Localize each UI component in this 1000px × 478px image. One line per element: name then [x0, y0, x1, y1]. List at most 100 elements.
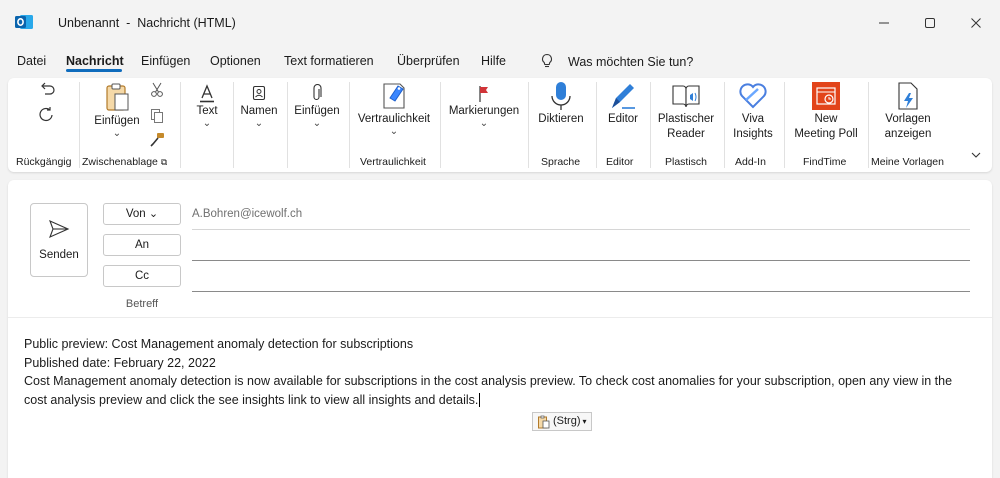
paste-options-button[interactable]: (Strg) ▾: [532, 412, 592, 431]
send-icon: [49, 219, 70, 239]
group-label-undo: Rückgängig: [16, 156, 72, 168]
chevron-down-icon: ⌄: [148, 208, 159, 220]
immersive-reader-icon: [672, 85, 700, 108]
tab-text-formatieren[interactable]: Text formatieren: [284, 54, 374, 68]
group-label-clipboard: Zwischenablage ⧉: [82, 156, 168, 168]
format-painter-button[interactable]: [148, 132, 166, 148]
from-underline: [192, 229, 970, 230]
chevron-down-icon: ⌄: [254, 118, 264, 129]
paste-options-label: (Strg): [553, 415, 581, 427]
header-divider: [8, 317, 992, 318]
minimize-icon: [879, 22, 889, 24]
view-templates-button[interactable]: Vorlagen anzeigen: [870, 80, 946, 142]
ribbon-separator: [233, 82, 234, 168]
cut-button[interactable]: [148, 82, 166, 98]
immersive-reader-label-2: Reader: [667, 128, 705, 140]
from-button[interactable]: Von ⌄: [103, 203, 181, 225]
ribbon-separator: [79, 82, 80, 168]
group-label-findtime: FindTime: [803, 156, 847, 168]
immersive-reader-button[interactable]: Plastischer Reader: [654, 80, 718, 142]
editor-button[interactable]: Editor: [602, 80, 644, 127]
names-button[interactable]: Namen ⌄: [238, 84, 280, 129]
ribbon-separator: [528, 82, 529, 168]
cc-underline: [192, 291, 970, 292]
lightbulb-icon: [542, 53, 552, 68]
attach-label: Einfügen: [294, 105, 340, 117]
redo-button[interactable]: [32, 106, 62, 124]
tab-nachricht[interactable]: Nachricht: [66, 54, 124, 68]
to-field[interactable]: [192, 238, 970, 258]
ribbon-separator: [440, 82, 441, 168]
tab-datei[interactable]: Datei: [17, 54, 46, 68]
ribbon-separator: [724, 82, 725, 168]
cc-field[interactable]: [192, 269, 970, 289]
meeting-poll-label-2: Meeting Poll: [794, 128, 858, 140]
message-body[interactable]: Public preview: Cost Management anomaly …: [24, 335, 974, 409]
group-label-immersive: Plastisch: [665, 156, 708, 168]
subject-label: Betreff: [125, 298, 159, 310]
paste-label: Einfügen: [94, 115, 140, 127]
clipboard-icon: [538, 415, 550, 428]
maximize-button[interactable]: [918, 12, 942, 34]
maximize-icon: [925, 18, 935, 28]
format-painter-icon: [150, 133, 164, 147]
send-button[interactable]: Senden: [30, 203, 88, 277]
viva-insights-icon: [739, 83, 767, 109]
templates-label-2: anzeigen: [884, 128, 932, 140]
text-label: Text: [196, 105, 218, 117]
caret-down-icon: ▾: [582, 417, 587, 426]
minimize-button[interactable]: [872, 12, 896, 34]
from-label: Von: [125, 208, 146, 220]
menu-bar: Datei Nachricht Einfügen Optionen Text f…: [0, 46, 1000, 76]
tab-ueberpruefen[interactable]: Überprüfen: [397, 54, 460, 68]
copy-icon: [151, 109, 163, 123]
meeting-poll-label-1: New: [814, 113, 838, 125]
copy-button[interactable]: [148, 108, 166, 124]
from-address: A.Bohren@icewolf.ch: [192, 208, 303, 220]
ribbon-collapse-button[interactable]: [968, 150, 984, 160]
findtime-calendar-icon: [812, 82, 840, 110]
sensitivity-button[interactable]: Vertraulichkeit ⌄: [354, 80, 434, 137]
outlook-icon: [15, 15, 33, 29]
ribbon-separator: [784, 82, 785, 168]
close-button[interactable]: [964, 12, 988, 34]
viva-label-1: Viva: [741, 113, 765, 125]
subject-field[interactable]: [192, 296, 970, 314]
body-line: Cost Management anomaly detection is now…: [24, 374, 953, 407]
new-meeting-poll-button[interactable]: New Meeting Poll: [788, 80, 864, 142]
flag-icon: [479, 86, 488, 102]
paste-button[interactable]: Einfügen ⌄: [88, 82, 146, 139]
attach-button[interactable]: Einfügen ⌄: [292, 84, 342, 129]
dialog-launcher-icon[interactable]: ⧉: [161, 157, 167, 167]
templates-icon: [898, 82, 918, 110]
send-label: Senden: [39, 249, 79, 261]
chevron-down-icon: ⌄: [202, 118, 212, 129]
tab-einfuegen[interactable]: Einfügen: [141, 54, 190, 68]
templates-label-1: Vorlagen: [885, 113, 931, 125]
ribbon-separator: [180, 82, 181, 168]
microphone-icon: [551, 82, 571, 110]
editor-label: Editor: [607, 113, 639, 125]
title-bar: Unbenannt - Nachricht (HTML): [0, 0, 1000, 46]
cc-button[interactable]: Cc: [103, 265, 181, 287]
dictate-button[interactable]: Diktieren: [534, 80, 588, 127]
names-label: Namen: [240, 105, 278, 117]
editor-pen-icon: [612, 84, 635, 109]
active-tab-indicator: [66, 69, 122, 72]
group-label-speech: Sprache: [541, 156, 581, 168]
tab-optionen[interactable]: Optionen: [210, 54, 261, 68]
ribbon-separator: [650, 82, 651, 168]
viva-insights-button[interactable]: Viva Insights: [726, 80, 780, 142]
body-line: Public preview: Cost Management anomaly …: [24, 337, 414, 351]
ribbon-separator: [868, 82, 869, 168]
viva-label-2: Insights: [733, 128, 773, 140]
undo-button[interactable]: [32, 80, 62, 98]
tell-me-search[interactable]: Was möchten Sie tun?: [568, 55, 693, 69]
tab-hilfe[interactable]: Hilfe: [481, 54, 506, 68]
text-button[interactable]: Text ⌄: [188, 84, 226, 129]
scissors-icon: [151, 82, 163, 97]
body-line: Published date: February 22, 2022: [24, 355, 216, 370]
to-button[interactable]: An: [103, 234, 181, 256]
tags-button[interactable]: Markierungen ⌄: [444, 84, 524, 129]
body-paragraph: Cost Management anomaly detection is now…: [24, 372, 974, 409]
